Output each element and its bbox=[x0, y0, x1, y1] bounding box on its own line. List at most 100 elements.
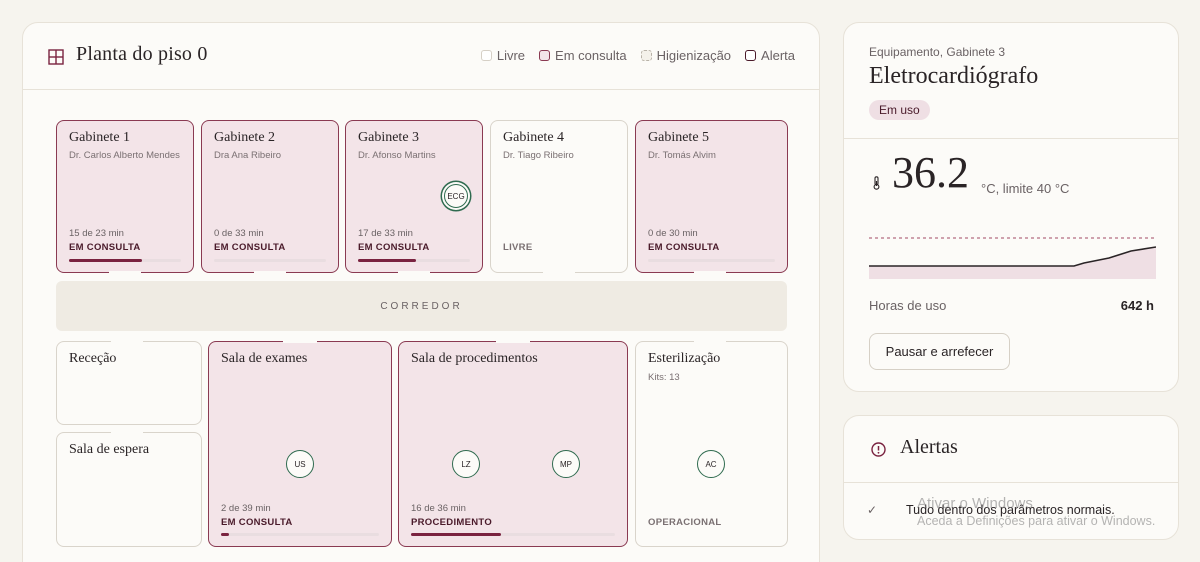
floor-plan-header: Planta do piso 0 Livre Em consulta Higie… bbox=[23, 23, 819, 90]
equipment-badge-us[interactable]: US bbox=[286, 450, 314, 478]
check-icon: ✓ bbox=[867, 503, 878, 517]
hours-value: 642 h bbox=[1120, 298, 1154, 313]
watermark-line: Aceda a Definições para ativar o Windows… bbox=[917, 513, 1156, 528]
room-name: Sala de espera bbox=[69, 442, 150, 457]
legend-label: Alerta bbox=[761, 48, 795, 63]
room-time: 15 de 23 min bbox=[69, 228, 124, 239]
room-doctor: Dra Ana Ribeiro bbox=[214, 150, 282, 161]
room-rececao[interactable]: Receção bbox=[56, 339, 202, 425]
room-name: Esterilização bbox=[648, 351, 721, 366]
temperature-unit: °C, limite 40 °C bbox=[981, 181, 1070, 196]
floor-plan-panel: Planta do piso 0 Livre Em consulta Higie… bbox=[22, 22, 820, 562]
corridor: CORREDOR bbox=[56, 281, 787, 331]
room-doctor: Dr. Tomás Alvim bbox=[648, 150, 716, 161]
floor-plan-icon bbox=[48, 49, 64, 65]
room-progress-fill bbox=[69, 259, 142, 262]
room-name: Gabinete 1 bbox=[69, 130, 131, 145]
equipment-badge-ac[interactable]: AC bbox=[697, 450, 725, 478]
room-sala-procedimentos[interactable]: Sala de procedimentos LZ MP 16 de 36 min… bbox=[398, 339, 628, 547]
legend-swatch-alerta bbox=[745, 50, 757, 61]
equipment-badge-ecg[interactable]: ECG bbox=[444, 184, 468, 208]
room-esterilizacao[interactable]: Esterilização Kits: 13 AC OPERACIONAL bbox=[635, 339, 788, 547]
room-name: Gabinete 5 bbox=[648, 130, 710, 145]
room-name: Sala de exames bbox=[221, 351, 308, 366]
door bbox=[543, 271, 575, 275]
equipment-badge-lz[interactable]: LZ bbox=[452, 450, 480, 478]
room-progress bbox=[411, 533, 615, 536]
watermark-line: Ativar o Windows bbox=[917, 495, 1033, 512]
room-name: Sala de procedimentos bbox=[411, 351, 538, 366]
room-doctor: Dr. Tiago Ribeiro bbox=[503, 150, 574, 161]
room-kits: Kits: 13 bbox=[648, 372, 680, 383]
alert-circle-icon bbox=[871, 442, 886, 457]
alerts-header: Alertas bbox=[844, 416, 1178, 483]
room-gabinete-5[interactable]: Gabinete 5 Dr. Tomás Alvim 0 de 30 min E… bbox=[635, 120, 788, 275]
legend-label: Livre bbox=[496, 48, 526, 63]
room-status: EM CONSULTA bbox=[214, 242, 286, 253]
door bbox=[398, 271, 430, 275]
legend-swatch-livre bbox=[480, 50, 492, 61]
equipment-badge-mp[interactable]: MP bbox=[552, 450, 580, 478]
legend-label: Em consulta bbox=[555, 48, 627, 63]
temperature-value: 36.2 bbox=[892, 148, 969, 197]
room-time: 17 de 33 min bbox=[358, 228, 413, 239]
room-time: 0 de 30 min bbox=[648, 228, 698, 239]
door bbox=[694, 339, 726, 343]
room-progress bbox=[221, 533, 379, 536]
legend-livre: Livre bbox=[480, 48, 526, 63]
room-gabinete-4[interactable]: Gabinete 4 Dr. Tiago Ribeiro LIVRE bbox=[490, 120, 628, 275]
room-sala-espera[interactable]: Sala de espera bbox=[56, 430, 202, 547]
door bbox=[109, 271, 141, 275]
room-status: EM CONSULTA bbox=[358, 242, 430, 253]
door bbox=[496, 339, 530, 343]
door bbox=[254, 271, 286, 275]
floor-legend: Livre Em consulta Higienização Alerta bbox=[480, 48, 795, 63]
equipment-panel: Equipamento, Gabinete 3 Eletrocardiógraf… bbox=[843, 22, 1179, 392]
room-gabinete-1[interactable]: Gabinete 1 Dr. Carlos Alberto Mendes 15 … bbox=[56, 120, 194, 275]
legend-higienizacao: Higienização bbox=[640, 48, 732, 63]
divider bbox=[844, 138, 1178, 139]
equipment-subtitle: Equipamento, Gabinete 3 bbox=[869, 45, 1006, 59]
door bbox=[111, 339, 143, 343]
room-progress-fill bbox=[358, 259, 417, 262]
room-progress bbox=[358, 259, 470, 262]
room-progress bbox=[214, 259, 326, 262]
room-status: EM CONSULTA bbox=[648, 242, 720, 253]
room-name: Gabinete 3 bbox=[358, 130, 420, 145]
room-progress-fill bbox=[221, 533, 229, 536]
floor-plan-title: Planta do piso 0 bbox=[76, 43, 208, 65]
legend-em-consulta: Em consulta bbox=[539, 48, 627, 63]
legend-alerta: Alerta bbox=[745, 48, 795, 63]
room-status: OPERACIONAL bbox=[648, 517, 722, 528]
room-progress bbox=[648, 259, 775, 262]
room-name: Receção bbox=[69, 351, 117, 366]
room-name: Gabinete 2 bbox=[214, 130, 276, 145]
room-time: 2 de 39 min bbox=[221, 503, 271, 514]
room-status: PROCEDIMENTO bbox=[411, 517, 493, 528]
room-status: EM CONSULTA bbox=[221, 517, 293, 528]
room-gabinete-2[interactable]: Gabinete 2 Dra Ana Ribeiro 0 de 33 min E… bbox=[201, 120, 339, 275]
room-sala-exames[interactable]: Sala de exames US 2 de 39 min EM CONSULT… bbox=[208, 339, 392, 547]
equipment-name: Eletrocardiógrafo bbox=[869, 63, 1039, 89]
room-status: LIVRE bbox=[503, 242, 533, 253]
temperature-sparkline bbox=[869, 237, 1156, 279]
room-name: Gabinete 4 bbox=[503, 130, 565, 145]
windows-activation-watermark: Ativar o Windows Aceda a Definições para… bbox=[917, 495, 1156, 528]
door bbox=[283, 339, 317, 343]
door bbox=[111, 430, 143, 434]
alerts-title: Alertas bbox=[900, 436, 958, 458]
door bbox=[694, 271, 726, 275]
room-gabinete-3[interactable]: Gabinete 3 Dr. Afonso Martins ECG 17 de … bbox=[345, 120, 483, 275]
equipment-status-badge: Em uso bbox=[869, 100, 930, 120]
room-status: EM CONSULTA bbox=[69, 242, 141, 253]
temperature-area bbox=[869, 247, 1156, 279]
legend-label: Higienização bbox=[656, 48, 732, 63]
room-progress bbox=[69, 259, 181, 262]
room-doctor: Dr. Afonso Martins bbox=[358, 150, 436, 161]
hours-label: Horas de uso bbox=[869, 298, 947, 313]
legend-swatch-consulta bbox=[539, 50, 551, 61]
pause-cool-button[interactable]: Pausar e arrefecer bbox=[869, 333, 1010, 370]
room-time: 16 de 36 min bbox=[411, 503, 466, 514]
thermometer-icon bbox=[873, 176, 880, 190]
room-doctor: Dr. Carlos Alberto Mendes bbox=[69, 150, 180, 161]
